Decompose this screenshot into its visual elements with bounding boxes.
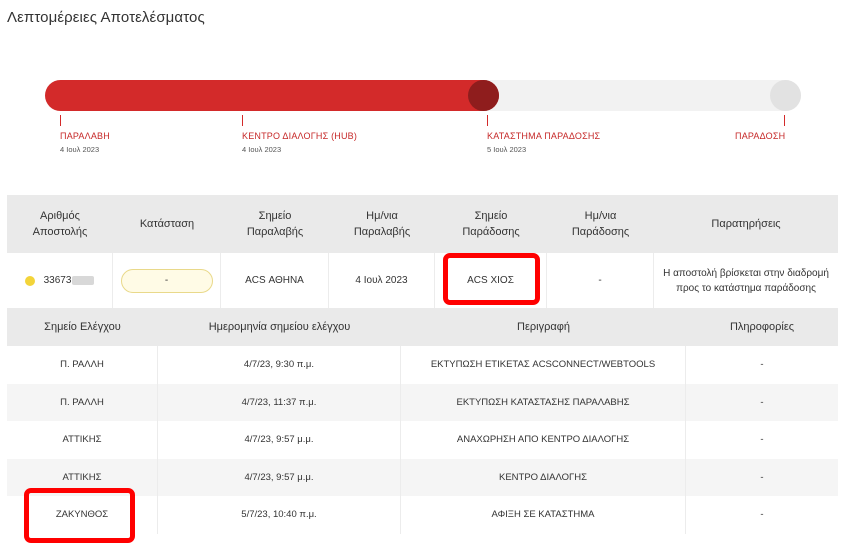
- tracking-number: 33673: [43, 275, 72, 286]
- status-badge: -: [120, 268, 213, 293]
- progress-fill: [45, 80, 499, 111]
- checkpoint-date: 5/7/23, 10:40 π.μ.: [158, 496, 401, 534]
- stage-name: ΠΑΡΑΛΑΒΗ: [60, 131, 110, 141]
- shipment-row: 33673 - ACS ΑΘΗΝΑ 4 Ιουλ 2023 ACS ΧΙΟΣ -…: [7, 253, 838, 308]
- checkpoints-table-header: Σημείο Ελέγχου Ημερομηνία σημείου ελέγχο…: [7, 308, 838, 346]
- stage-date: 5 Ιουλ 2023: [487, 145, 527, 154]
- header-pickup-point: Σημείο Παραλαβής: [246, 210, 304, 238]
- header-checkpoint-date: Ημερομηνία σημείου ελέγχου: [208, 321, 351, 333]
- progress-tracker: [45, 80, 801, 111]
- stage-delivery-store: ΚΑΤΑΣΤΗΜΑ ΠΑΡΑΔΟΣΗΣ 5 Ιουλ 2023: [487, 115, 600, 154]
- checkpoint-info: -: [760, 434, 764, 446]
- highlight-box-checkpoint: [24, 488, 135, 543]
- progress-current-marker: [468, 80, 499, 111]
- checkpoint-date: 4/7/23, 9:57 μ.μ.: [158, 458, 401, 496]
- checkpoint-date: 4/7/23, 9:57 μ.μ.: [158, 421, 401, 459]
- header-checkpoint: Σημείο Ελέγχου: [44, 321, 121, 333]
- checkpoint-point: Π. ΡΑΛΛΗ: [7, 346, 158, 384]
- stage-pickup: ΠΑΡΑΛΑΒΗ 4 Ιουλ 2023: [60, 115, 110, 154]
- checkpoint-description: ΑΝΑΧΩΡΗΣΗ ΑΠΟ ΚΕΝΤΡΟ ΔΙΑΛΟΓΗΣ: [401, 421, 686, 459]
- checkpoint-description: ΑΦΙΞΗ ΣΕ ΚΑΤΑΣΤΗΜΑ: [401, 496, 686, 534]
- checkpoint-info: -: [760, 509, 764, 521]
- stage-date: 4 Ιουλ 2023: [242, 145, 282, 154]
- highlight-box-delivery-point: [443, 253, 540, 305]
- status-cell: -: [113, 253, 221, 308]
- table-row: ΑΤΤΙΚΗΣ 4/7/23, 9:57 μ.μ. ΑΝΑΧΩΡΗΣΗ ΑΠΟ …: [7, 421, 838, 459]
- table-row: Π. ΡΑΛΛΗ 4/7/23, 11:37 π.μ. ΕΚΤΥΠΩΣΗ ΚΑΤ…: [7, 383, 838, 421]
- checkpoint-point: Π. ΡΑΛΛΗ: [7, 383, 158, 421]
- checkpoint-date: 4/7/23, 9:30 π.μ.: [158, 346, 401, 384]
- table-row: Π. ΡΑΛΛΗ 4/7/23, 9:30 π.μ. ΕΚΤΥΠΩΣΗ ΕΤΙΚ…: [7, 346, 838, 384]
- header-delivery-date: Ημ/νια Παράδοσης: [571, 210, 630, 238]
- checkpoint-info: -: [760, 471, 764, 483]
- checkpoint-description: ΚΕΝΤΡΟ ΔΙΑΛΟΓΗΣ: [401, 458, 686, 496]
- header-pickup-date: Ημ/νια Παραλαβής: [353, 210, 411, 238]
- progress-end-marker: [770, 80, 801, 111]
- header-notes: Παρατηρήσεις: [711, 218, 781, 230]
- stage-tick: [487, 115, 488, 126]
- stage-tick: [242, 115, 243, 126]
- checkpoint-info: -: [760, 359, 764, 371]
- stage-date: 4 Ιουλ 2023: [60, 145, 100, 154]
- stage-name: ΠΑΡΑΔΟΣΗ: [735, 131, 786, 141]
- stage-name: ΚΑΤΑΣΤΗΜΑ ΠΑΡΑΔΟΣΗΣ: [487, 131, 601, 141]
- pickup-point[interactable]: ACS ΑΘΗΝΑ: [221, 253, 329, 308]
- stage-hub: ΚΕΝΤΡΟ ΔΙΑΛΟΓΗΣ (HUB) 4 Ιουλ 2023: [242, 115, 357, 154]
- header-status: Κατάσταση: [139, 218, 195, 230]
- header-delivery-point: Σημείο Παράδοσης: [462, 210, 520, 238]
- pickup-date: 4 Ιουλ 2023: [329, 253, 435, 308]
- stage-tick: [784, 115, 785, 126]
- status-dot: [24, 275, 35, 286]
- checkpoint-info: -: [760, 396, 764, 408]
- stage-delivery: ΠΑΡΑΔΟΣΗ: [735, 115, 785, 145]
- tracking-number-cell[interactable]: 33673: [7, 253, 113, 308]
- header-info: Πληροφορίες: [729, 321, 795, 333]
- header-description: Περιγραφή: [517, 321, 570, 333]
- stage-tick: [60, 115, 61, 126]
- checkpoint-date: 4/7/23, 11:37 π.μ.: [158, 383, 401, 421]
- delivery-date: -: [547, 253, 654, 308]
- header-tracking-number: Αριθμός Αποστολής: [32, 210, 88, 238]
- notes: Η αποστολή βρίσκεται στην διαδρομή προς …: [663, 267, 829, 294]
- checkpoint-description: ΕΚΤΥΠΩΣΗ ΕΤΙΚΕΤΑΣ ACSCONNECT/WEBTOOLS: [401, 346, 686, 384]
- redacted-digits: [72, 276, 95, 285]
- checkpoint-point: ΑΤΤΙΚΗΣ: [7, 421, 158, 459]
- stage-name: ΚΕΝΤΡΟ ΔΙΑΛΟΓΗΣ (HUB): [242, 131, 358, 141]
- shipment-table-header: Αριθμός Αποστολής Κατάσταση Σημείο Παραλ…: [7, 195, 838, 253]
- checkpoint-description: ΕΚΤΥΠΩΣΗ ΚΑΤΑΣΤΑΣΗΣ ΠΑΡΑΛΑΒΗΣ: [401, 383, 686, 421]
- page-title: Λεπτομέρειες Αποτελέσματος: [7, 9, 205, 26]
